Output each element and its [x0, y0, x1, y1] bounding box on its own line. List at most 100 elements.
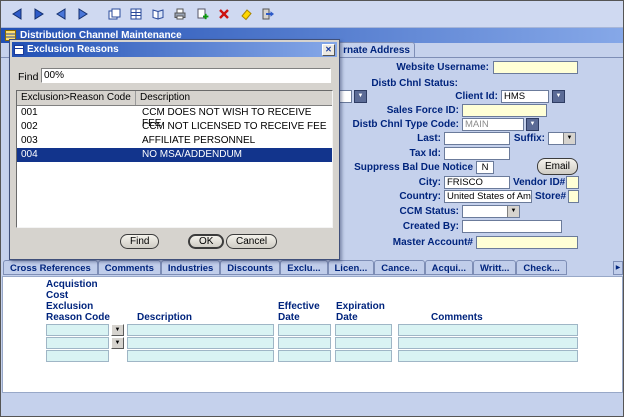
list-item-code: 004 — [21, 149, 38, 160]
list-item-description: CCM NOT LICENSED TO RECEIVE FEE — [142, 121, 327, 132]
suppress-bal-due-field[interactable]: N — [476, 161, 494, 174]
city-field[interactable]: FRISCO — [444, 176, 510, 189]
list-item-code: 003 — [21, 135, 38, 146]
vendor-id-label: Vendor ID# — [513, 177, 566, 188]
clear-form-icon[interactable] — [236, 5, 255, 24]
grid-reason-code-input[interactable] — [46, 350, 109, 362]
distb-chnl-status-lov-button[interactable]: ▼ — [354, 90, 367, 103]
tab-writt[interactable]: Writt... — [472, 260, 517, 275]
list-item[interactable]: 002 CCM NOT LICENSED TO RECEIVE FEE — [17, 120, 332, 134]
new-form-icon[interactable] — [104, 5, 123, 24]
grid-effective-date-input[interactable] — [278, 350, 331, 362]
list-item[interactable]: 003 AFFILIATE PERSONNEL — [17, 134, 332, 148]
sales-force-id-field[interactable] — [462, 104, 547, 117]
list-item-code: 001 — [21, 107, 38, 118]
dialog-title: Exclusion Reasons — [27, 44, 119, 55]
grid-header-cost: Cost — [46, 290, 69, 301]
country-label: Country: — [399, 191, 441, 202]
grid-description-input[interactable] — [127, 337, 274, 349]
master-account-field[interactable] — [476, 236, 578, 249]
nav-last-icon[interactable] — [73, 5, 92, 24]
list-item-description: CCM DOES NOT WISH TO RECEIVE FEE — [142, 107, 312, 129]
tab-cance[interactable]: Cance... — [374, 260, 425, 275]
grid-header-effective: Effective — [278, 301, 320, 312]
last-field[interactable] — [444, 132, 510, 145]
tab-exclu[interactable]: Exclu... — [280, 260, 328, 275]
client-id-lov-button[interactable]: ▼ — [552, 90, 565, 103]
grid-header-comments: Comments — [431, 312, 483, 323]
tax-id-field[interactable] — [444, 147, 510, 160]
list-item[interactable]: 004 NO MSA/ADDENDUM — [17, 148, 332, 162]
grid-header-expiration-date: Date — [336, 312, 358, 323]
nav-next-icon[interactable] — [29, 5, 48, 24]
distb-chnl-type-code-lov-button[interactable]: ▼ — [526, 118, 539, 131]
grid-comments-input[interactable] — [398, 324, 578, 336]
client-id-label: Client Id: — [455, 91, 498, 102]
print-icon[interactable] — [170, 5, 189, 24]
list-item[interactable]: 001 CCM DOES NOT WISH TO RECEIVE FEE — [17, 106, 332, 129]
forms-grid-icon[interactable] — [126, 5, 145, 24]
tab-check[interactable]: Check... — [516, 260, 567, 275]
list-item-description: NO MSA/ADDENDUM — [142, 149, 243, 160]
tab-scroll-right-icon[interactable]: ▶ — [613, 261, 623, 275]
bottom-tab-bar: Cross References Comments Industries Discou… — [1, 259, 623, 276]
grid-reason-code-lov-button[interactable]: ▼ — [111, 324, 124, 336]
email-button[interactable]: Email — [537, 158, 579, 175]
grid-reason-code-input[interactable] — [46, 337, 109, 349]
list-item-description: AFFILIATE PERSONNEL — [142, 135, 256, 146]
grid-expiration-date-input[interactable] — [335, 324, 392, 336]
country-field[interactable]: United States of Ame — [444, 190, 532, 203]
exclusion-list-header: Exclusion>Reason Code Description — [17, 91, 332, 106]
ledger-icon[interactable] — [148, 5, 167, 24]
client-id-field[interactable]: HMS — [501, 90, 549, 103]
ok-button[interactable]: OK — [188, 234, 225, 249]
website-username-label: Website Username: — [396, 62, 489, 73]
grid-header-effective-date: Date — [278, 312, 300, 323]
grid-reason-code-lov-button[interactable]: ▼ — [111, 337, 124, 349]
grid-description-input[interactable] — [127, 350, 274, 362]
delete-record-icon[interactable] — [214, 5, 233, 24]
tab-licen[interactable]: Licen... — [327, 260, 375, 275]
grid-effective-date-input[interactable] — [278, 324, 331, 336]
dialog-close-icon[interactable]: ✕ — [322, 43, 335, 56]
grid-comments-input[interactable] — [398, 350, 578, 362]
store-label: Store# — [535, 191, 567, 202]
tab-alternate-address[interactable]: rnate Address — [338, 42, 415, 57]
suffix-dropdown-icon[interactable]: ▼ — [563, 133, 575, 144]
grid-description-input[interactable] — [127, 324, 274, 336]
find-label: Find — [18, 71, 39, 83]
ccm-status-dropdown-icon[interactable]: ▼ — [507, 206, 519, 217]
grid-expiration-date-input[interactable] — [335, 350, 392, 362]
ccm-status-label: CCM Status: — [399, 206, 459, 217]
nav-first-icon[interactable] — [7, 5, 26, 24]
tab-industries[interactable]: Industries — [160, 260, 221, 275]
tab-comments[interactable]: Comments — [97, 260, 161, 275]
column-header-reason-code: Exclusion>Reason Code — [17, 91, 136, 105]
created-by-field[interactable] — [462, 220, 562, 233]
grid-effective-date-input[interactable] — [278, 337, 331, 349]
vendor-id-field[interactable] — [566, 176, 579, 189]
grid-comments-input[interactable] — [398, 337, 578, 349]
grid-header-exclusion: Exclusion — [46, 301, 94, 312]
grid-expiration-date-input[interactable] — [335, 337, 392, 349]
grid-reason-code-input[interactable] — [46, 324, 109, 336]
add-record-icon[interactable] — [192, 5, 211, 24]
find-button[interactable]: Find — [120, 234, 160, 249]
nav-prev-icon[interactable] — [51, 5, 70, 24]
tab-discounts[interactable]: Discounts — [220, 260, 281, 275]
dialog-buttons: Find OK Cancel — [10, 234, 339, 252]
find-input[interactable] — [41, 68, 331, 83]
cancel-button[interactable]: Cancel — [226, 234, 278, 249]
website-username-field[interactable] — [493, 61, 578, 74]
exit-icon[interactable] — [258, 5, 277, 24]
store-field[interactable] — [568, 190, 579, 203]
suffix-combo[interactable]: ▼ — [548, 132, 576, 145]
ccm-status-combo[interactable]: ▼ — [462, 205, 520, 218]
distb-chnl-status-field[interactable] — [338, 90, 352, 103]
grid-header-description: Description — [137, 312, 193, 323]
distb-chnl-type-code-field[interactable]: MAIN — [462, 118, 524, 131]
master-account-label: Master Account# — [392, 237, 473, 248]
suffix-label: Suffix: — [513, 133, 545, 144]
tab-cross-references[interactable]: Cross References — [3, 260, 98, 275]
tab-acqui[interactable]: Acqui... — [424, 260, 473, 275]
